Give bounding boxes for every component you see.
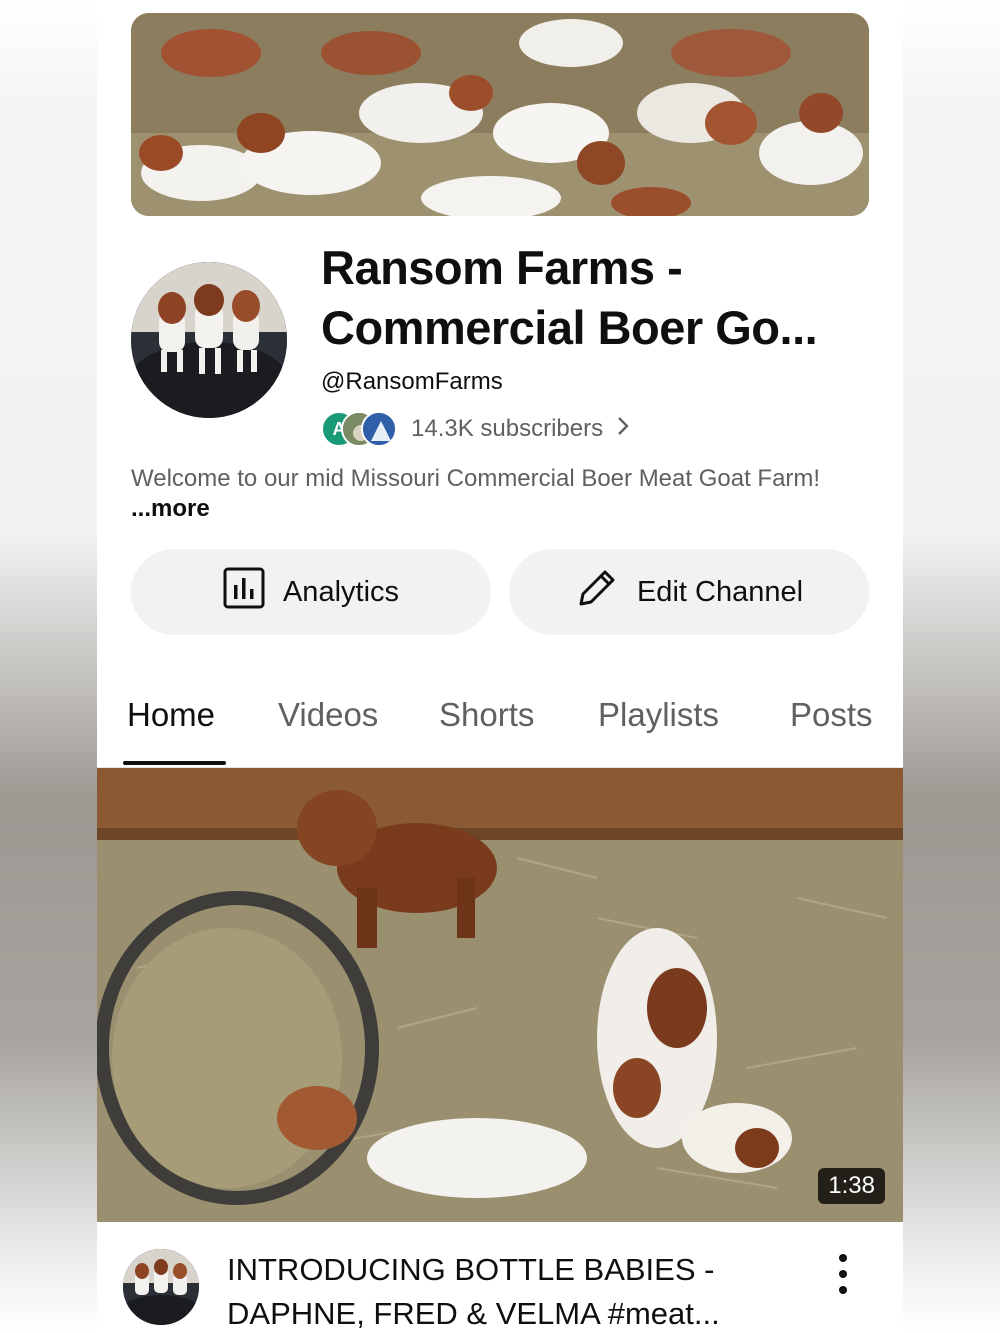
chevron-right-icon: [617, 415, 629, 443]
channel-handle: @RansomFarms: [321, 368, 503, 395]
more-vert-icon[interactable]: [831, 1254, 855, 1294]
tab-home[interactable]: Home: [127, 696, 215, 734]
channel-banner: [131, 13, 869, 216]
subscriber-avatar: [361, 411, 397, 447]
channel-title-line-1: Ransom Farms -: [321, 241, 683, 294]
tab-posts[interactable]: Posts: [790, 696, 873, 734]
video-title-line-2: DAPHNE, FRED & VELMA #meat...: [227, 1296, 720, 1331]
channel-description[interactable]: Welcome to our mid Missouri Commercial B…: [131, 464, 861, 524]
bar-chart-icon: [223, 567, 265, 617]
edit-channel-label: Edit Channel: [636, 575, 804, 608]
tab-videos[interactable]: Videos: [278, 696, 378, 734]
featured-video-thumbnail[interactable]: 1:38: [97, 768, 903, 1222]
channel-title: Ransom Farms - Commercial Boer Go...: [321, 238, 881, 358]
video-title[interactable]: INTRODUCING BOTTLE BABIES - DAPHNE, FRED…: [227, 1248, 817, 1333]
pencil-icon: [575, 566, 619, 618]
subscriber-count: 14.3K subscribers: [411, 415, 604, 442]
channel-tabs: Home Videos Shorts Playlists Posts: [97, 670, 903, 768]
tab-playlists[interactable]: Playlists: [598, 696, 719, 734]
video-channel-avatar[interactable]: [123, 1249, 199, 1325]
channel-avatar[interactable]: [131, 262, 287, 418]
description-text: Welcome to our mid Missouri Commercial B…: [131, 465, 821, 492]
subscribers-row[interactable]: A 14.3K subscribers: [321, 410, 629, 448]
more-link[interactable]: ...more: [131, 495, 210, 522]
subscriber-avatars: A: [321, 411, 401, 447]
analytics-button[interactable]: Analytics: [131, 549, 491, 635]
analytics-label: Analytics: [282, 575, 400, 608]
tab-shorts[interactable]: Shorts: [439, 696, 534, 734]
channel-page: Ransom Farms - Commercial Boer Go... @Ra…: [97, 0, 903, 1333]
edit-channel-button[interactable]: Edit Channel: [509, 549, 869, 635]
channel-title-line-2: Commercial Boer Go...: [321, 301, 818, 354]
active-tab-indicator: [123, 761, 226, 765]
video-title-line-1: INTRODUCING BOTTLE BABIES -: [227, 1252, 715, 1287]
video-duration: 1:38: [818, 1168, 885, 1204]
